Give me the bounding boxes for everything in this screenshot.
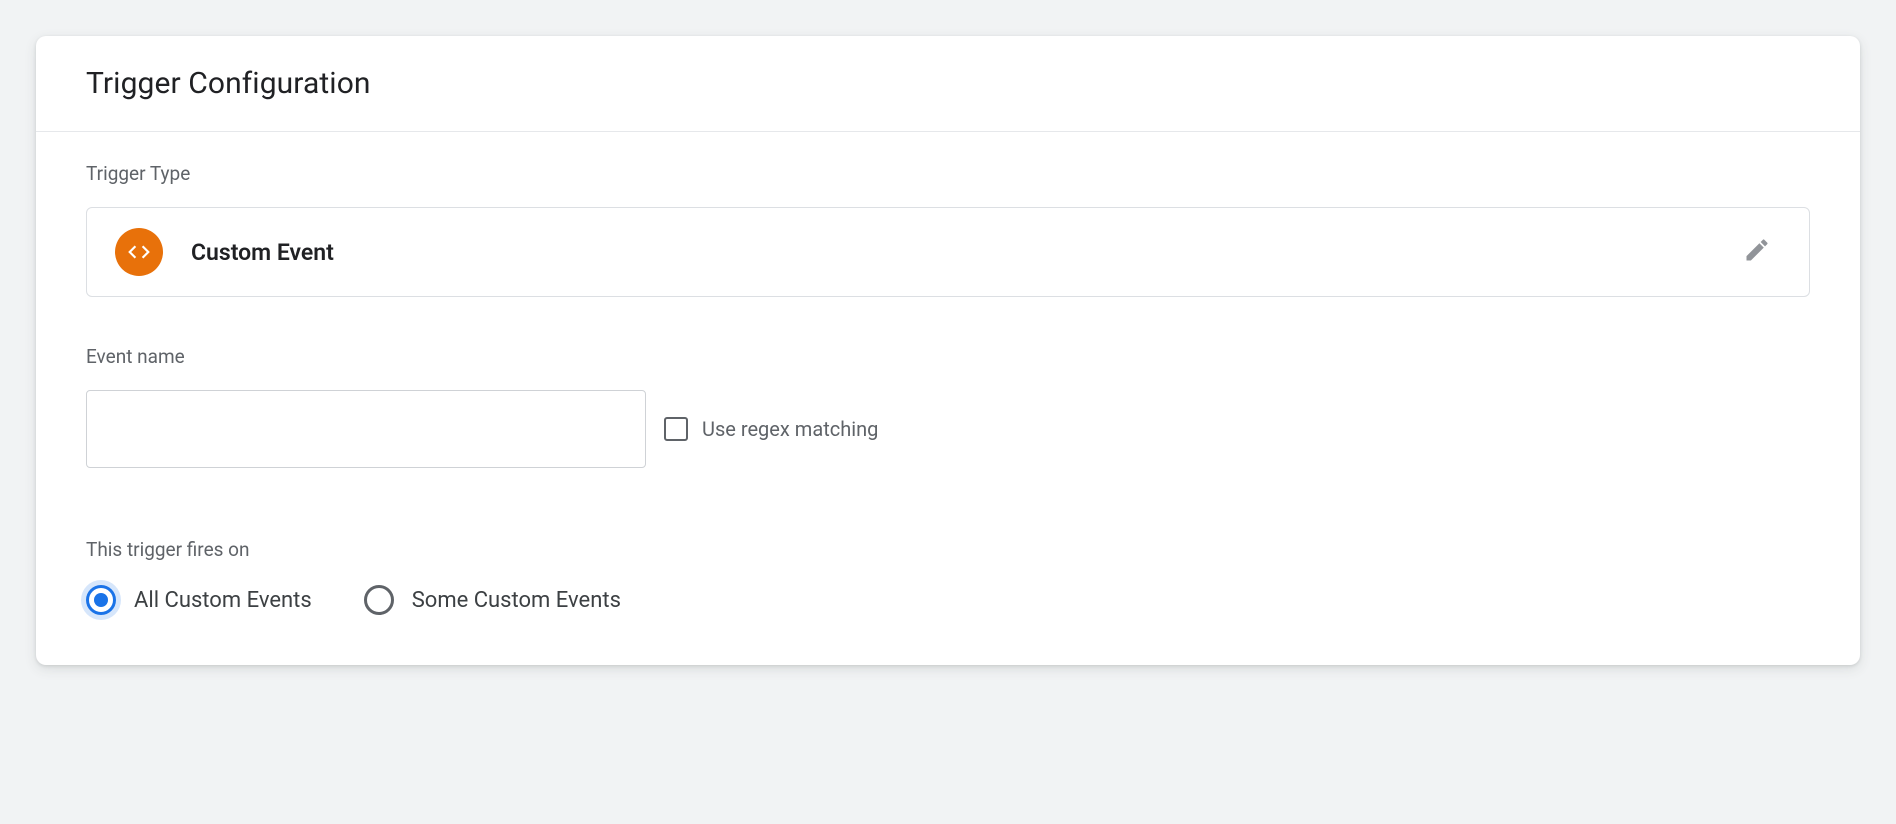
panel-header: Trigger Configuration <box>36 36 1860 132</box>
fires-on-radio-group: All Custom Events Some Custom Events <box>86 585 1810 615</box>
trigger-type-label: Trigger Type <box>86 162 1810 185</box>
panel-title: Trigger Configuration <box>86 66 1810 101</box>
edit-trigger-type-button[interactable] <box>1733 228 1781 276</box>
radio-unchecked-icon <box>364 585 394 615</box>
radio-label: All Custom Events <box>134 588 312 613</box>
radio-some-custom-events[interactable]: Some Custom Events <box>364 585 621 615</box>
fires-on-label: This trigger fires on <box>86 538 1810 561</box>
regex-matching-label: Use regex matching <box>702 417 878 441</box>
radio-label: Some Custom Events <box>412 588 621 613</box>
code-icon <box>115 228 163 276</box>
trigger-type-value: Custom Event <box>191 239 1705 266</box>
trigger-configuration-panel: Trigger Configuration Trigger Type Custo… <box>36 36 1860 665</box>
pencil-icon <box>1743 236 1771 268</box>
radio-checked-icon <box>86 585 116 615</box>
regex-matching-toggle[interactable]: Use regex matching <box>664 417 878 441</box>
trigger-type-selector[interactable]: Custom Event <box>86 207 1810 297</box>
radio-all-custom-events[interactable]: All Custom Events <box>86 585 312 615</box>
event-name-input[interactable] <box>86 390 646 468</box>
checkbox-icon <box>664 417 688 441</box>
event-name-label: Event name <box>86 345 1810 368</box>
